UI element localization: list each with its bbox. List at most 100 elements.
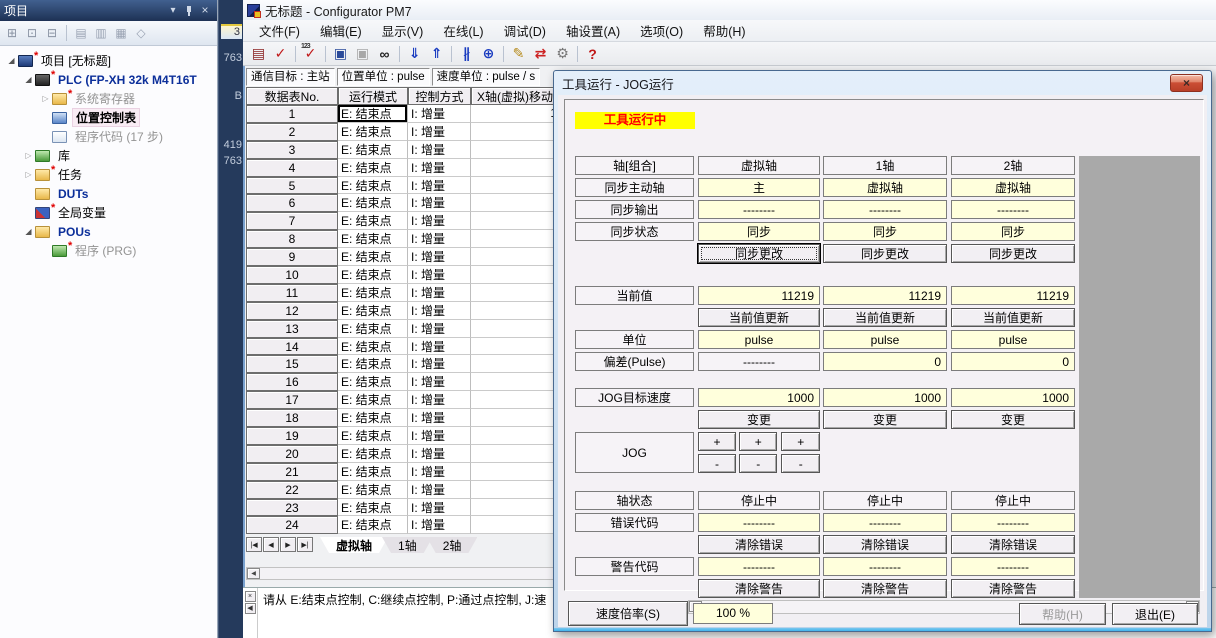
- row-number-cell[interactable]: 11: [246, 284, 338, 302]
- verify-123-icon[interactable]: ✓123: [300, 44, 321, 64]
- mode-cell[interactable]: E: 结束点: [338, 373, 408, 391]
- mode-cell[interactable]: E: 结束点: [338, 391, 408, 409]
- control-cell[interactable]: I: 增量: [408, 212, 471, 230]
- row-number-cell[interactable]: 14: [246, 338, 338, 356]
- mode-cell[interactable]: E: 结束点: [338, 177, 408, 195]
- tree-item[interactable]: ◢*项目 [无标题]: [0, 51, 217, 70]
- exit-button[interactable]: 退出(E): [1112, 603, 1198, 625]
- connect-icon[interactable]: ⚙: [552, 44, 573, 64]
- row-number-cell[interactable]: 19: [246, 427, 338, 445]
- tab-1轴[interactable]: 1轴: [382, 537, 433, 553]
- row-number-cell[interactable]: 23: [246, 499, 338, 517]
- row-number-cell[interactable]: 9: [246, 248, 338, 266]
- tree-expand-icon[interactable]: ◢: [22, 75, 35, 84]
- row-number-cell[interactable]: 21: [246, 463, 338, 481]
- sync-change-button[interactable]: 同步更改: [698, 244, 820, 263]
- jog-plus-button[interactable]: +: [739, 432, 778, 451]
- sync-change-button[interactable]: 同步更改: [951, 244, 1075, 263]
- row-number-cell[interactable]: 7: [246, 212, 338, 230]
- control-cell[interactable]: I: 增量: [408, 194, 471, 212]
- control-cell[interactable]: I: 增量: [408, 427, 471, 445]
- mode-cell[interactable]: E: 结束点: [338, 141, 408, 159]
- clear-error-button[interactable]: 清除错误: [698, 535, 820, 554]
- control-cell[interactable]: I: 增量: [408, 409, 471, 427]
- library-open-icon[interactable]: ▤: [72, 24, 90, 42]
- column-header-3[interactable]: X轴(虚拟)移动: [471, 87, 559, 105]
- tab-虚拟轴[interactable]: 虚拟轴: [320, 537, 388, 553]
- x-move-cell[interactable]: [471, 159, 559, 177]
- jog-plus-button[interactable]: +: [698, 432, 736, 451]
- tree-expand-icon[interactable]: ▷: [22, 151, 35, 160]
- mode-cell[interactable]: E: 结束点: [338, 159, 408, 177]
- mode-cell[interactable]: E: 结束点: [338, 320, 408, 338]
- clear-error-button[interactable]: 清除错误: [823, 535, 947, 554]
- mode-cell[interactable]: E: 结束点: [338, 194, 408, 212]
- tab-nav-button-0[interactable]: |◀: [246, 537, 262, 552]
- mode-cell[interactable]: E: 结束点: [338, 338, 408, 356]
- tree-expand-icon[interactable]: ◢: [5, 56, 18, 65]
- tree-expand-icon[interactable]: ▷: [22, 170, 35, 179]
- mode-cell[interactable]: E: 结束点: [338, 284, 408, 302]
- x-move-cell[interactable]: [471, 302, 559, 320]
- x-move-cell[interactable]: [471, 284, 559, 302]
- tree-item[interactable]: DUTs: [0, 184, 217, 203]
- mode-cell[interactable]: E: 结束点: [338, 105, 408, 123]
- scroll-left-icon[interactable]: ◀: [247, 568, 260, 579]
- speed-rate-button[interactable]: 速度倍率(S): [568, 601, 688, 626]
- x-move-cell[interactable]: [471, 373, 559, 391]
- control-cell[interactable]: I: 增量: [408, 159, 471, 177]
- upload-icon[interactable]: ⇑: [426, 44, 447, 64]
- row-number-cell[interactable]: 12: [246, 302, 338, 320]
- help-icon[interactable]: ?: [582, 44, 603, 64]
- x-move-cell[interactable]: [471, 391, 559, 409]
- library-lock-icon[interactable]: ▦: [112, 24, 130, 42]
- control-cell[interactable]: I: 增量: [408, 177, 471, 195]
- tree-item[interactable]: ▷库: [0, 146, 217, 165]
- control-cell[interactable]: I: 增量: [408, 284, 471, 302]
- jog-minus-button[interactable]: -: [739, 454, 778, 473]
- row-number-cell[interactable]: 1: [246, 105, 338, 123]
- tree-item[interactable]: *全局变量: [0, 203, 217, 222]
- x-move-cell[interactable]: [471, 194, 559, 212]
- axis-position-icon[interactable]: ⊕: [478, 44, 499, 64]
- pause-icon[interactable]: ∦: [456, 44, 477, 64]
- column-header-0[interactable]: 数据表No.: [246, 87, 338, 105]
- row-number-cell[interactable]: 15: [246, 355, 338, 373]
- control-cell[interactable]: I: 增量: [408, 463, 471, 481]
- tree-item[interactable]: ▷*系统寄存器: [0, 89, 217, 108]
- x-move-cell[interactable]: [471, 141, 559, 159]
- tab-nav-button-3[interactable]: ▶|: [297, 537, 313, 552]
- change-button[interactable]: 变更: [951, 410, 1075, 429]
- x-move-cell[interactable]: [471, 266, 559, 284]
- control-cell[interactable]: I: 增量: [408, 248, 471, 266]
- mode-cell[interactable]: E: 结束点: [338, 481, 408, 499]
- row-number-cell[interactable]: 2: [246, 123, 338, 141]
- menu-item-7[interactable]: 帮助(H): [693, 19, 755, 42]
- mode-cell[interactable]: E: 结束点: [338, 427, 408, 445]
- mode-cell[interactable]: E: 结束点: [338, 516, 408, 534]
- delete-item-icon[interactable]: ⊟: [43, 24, 61, 42]
- clear-warning-button[interactable]: 清除警告: [823, 579, 947, 598]
- x-move-cell[interactable]: [471, 445, 559, 463]
- tree-item[interactable]: *程序 (PRG): [0, 241, 217, 260]
- x-move-cell[interactable]: [471, 177, 559, 195]
- column-header-2[interactable]: 控制方式: [408, 87, 471, 105]
- tree-expand-icon[interactable]: ◢: [22, 227, 35, 236]
- message-collapse-icon[interactable]: ◀: [245, 603, 256, 614]
- x-move-cell[interactable]: [471, 409, 559, 427]
- menu-item-0[interactable]: 文件(F): [249, 19, 310, 42]
- menu-item-3[interactable]: 在线(L): [433, 19, 493, 42]
- menu-item-5[interactable]: 轴设置(A): [556, 19, 630, 42]
- close-icon[interactable]: ×: [197, 4, 213, 18]
- control-cell[interactable]: I: 增量: [408, 499, 471, 517]
- x-move-cell[interactable]: [471, 338, 559, 356]
- current-value-update-button[interactable]: 当前值更新: [951, 308, 1075, 327]
- mode-cell[interactable]: E: 结束点: [338, 302, 408, 320]
- mode-cell[interactable]: E: 结束点: [338, 248, 408, 266]
- new-table-icon[interactable]: ▤: [248, 44, 269, 64]
- mode-cell[interactable]: E: 结束点: [338, 499, 408, 517]
- mode-cell[interactable]: E: 结束点: [338, 230, 408, 248]
- control-cell[interactable]: I: 增量: [408, 123, 471, 141]
- tree-item[interactable]: 程序代码 (17 步): [0, 127, 217, 146]
- menu-item-1[interactable]: 编辑(E): [310, 19, 372, 42]
